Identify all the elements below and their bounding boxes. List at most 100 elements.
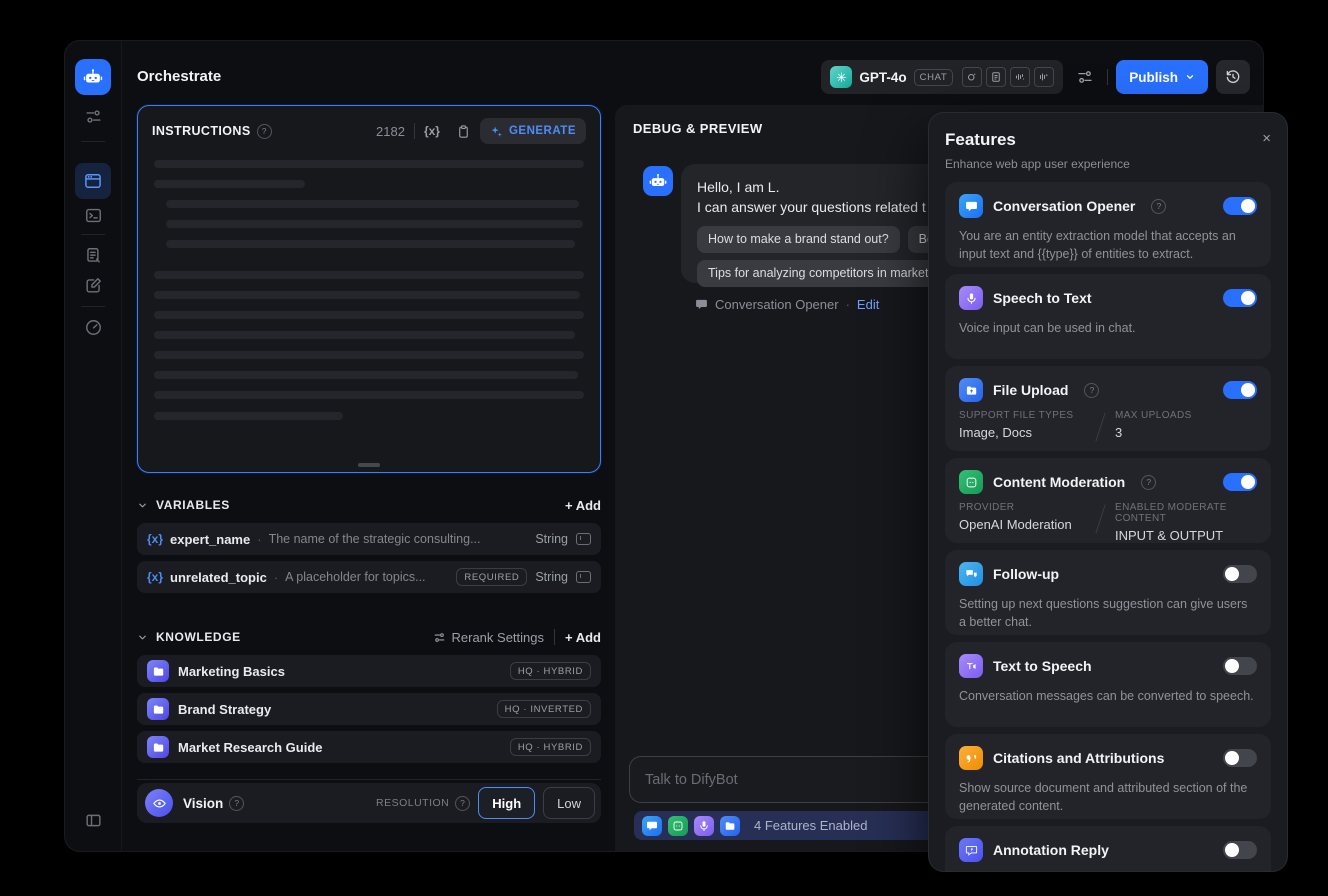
retrieval-badge: HQ · HYBRID [509, 738, 591, 756]
variable-row[interactable]: {x} unrelated_topic · A placeholder for … [137, 561, 601, 593]
retrieval-badge: HQ · HYBRID [509, 662, 591, 680]
variable-row[interactable]: {x} expert_name · The name of the strate… [137, 523, 601, 555]
file-upload-icon [720, 815, 740, 836]
divider [413, 123, 415, 139]
opener-meta: Conversation Opener · Edit [695, 297, 879, 312]
help-icon[interactable]: ? [1141, 474, 1157, 490]
variable-name: expert_name [170, 531, 251, 547]
help-icon[interactable]: ? [256, 123, 272, 139]
history-button[interactable] [1216, 60, 1250, 94]
copy-button[interactable] [456, 124, 471, 139]
variable-description: The name of the strategic consulting... [268, 532, 481, 546]
variables-title: VARIABLES [156, 498, 230, 512]
app-preview-icon [85, 174, 101, 188]
help-icon[interactable]: ? [1084, 382, 1100, 398]
bot-avatar [643, 166, 673, 196]
suggested-question-chip[interactable]: How to make a brand stand out? [697, 225, 900, 253]
skeleton-line [154, 311, 584, 319]
rail-divider [81, 306, 105, 307]
separator-dot: · [273, 569, 279, 585]
sidebar-item-annotation[interactable] [77, 269, 109, 301]
instructions-text-skeleton [138, 150, 600, 420]
chevron-down-icon[interactable] [137, 632, 148, 643]
feature-title: Annotation Reply [993, 842, 1109, 858]
chevron-down-icon[interactable] [137, 500, 148, 511]
variable-description: A placeholder for topics... [285, 570, 426, 584]
chat-bubble-icon [696, 299, 707, 310]
publish-button[interactable]: Publish [1116, 60, 1208, 94]
features-panel: Features Enhance web app user experience… [928, 112, 1288, 872]
feature-card-annotation-reply: Annotation Reply Manually add high-quali… [945, 826, 1271, 871]
follow-up-toggle[interactable] [1223, 565, 1257, 583]
instructions-panel[interactable]: INSTRUCTIONS ? 2182 {x} GENERATE [137, 105, 601, 473]
resolution-low-button[interactable]: Low [543, 787, 595, 819]
feature-title: Text to Speech [993, 658, 1092, 674]
conversation-opener-icon [959, 194, 983, 218]
knowledge-header: KNOWLEDGE Rerank Settings + Add [137, 625, 601, 649]
rail-divider [81, 141, 105, 142]
sliders-icon [434, 632, 444, 642]
resize-handle[interactable] [358, 463, 380, 467]
knowledge-row[interactable]: Marketing Basics HQ · HYBRID [137, 655, 601, 687]
feature-card-follow-up: Follow-up Setting up next questions sugg… [945, 550, 1271, 635]
knowledge-row[interactable]: Brand Strategy HQ · INVERTED [137, 693, 601, 725]
skeleton-line [154, 351, 584, 359]
char-count: 2182 [376, 123, 405, 139]
logs-icon [86, 247, 100, 263]
content-moderation-icon [668, 815, 688, 836]
help-icon[interactable]: ? [455, 795, 471, 811]
insert-variable-button[interactable]: {x} [424, 124, 440, 138]
resolution-high-button[interactable]: High [478, 787, 536, 819]
edit-icon [85, 277, 101, 293]
model-params-button[interactable] [1071, 63, 1099, 91]
dataset-folder-icon [147, 698, 169, 720]
text-to-speech-toggle[interactable] [1223, 657, 1257, 675]
sidebar-item-app-preview[interactable] [75, 163, 111, 199]
citations-icon [959, 746, 983, 770]
help-icon[interactable]: ? [1151, 198, 1167, 214]
annotation-reply-toggle[interactable] [1223, 841, 1257, 859]
section-divider [137, 779, 601, 780]
speech-to-text-icon [959, 286, 983, 310]
generate-button[interactable]: GENERATE [479, 118, 586, 144]
topbar-divider [1107, 69, 1109, 85]
file-upload-toggle[interactable] [1223, 381, 1257, 399]
citations-toggle[interactable] [1223, 749, 1257, 767]
divider [554, 629, 555, 645]
collapse-panel-button[interactable] [77, 804, 109, 836]
sidebar-item-terminal[interactable] [77, 199, 109, 231]
configuration-column: INSTRUCTIONS ? 2182 {x} GENERATE VARIABL… [137, 105, 601, 823]
knowledge-row[interactable]: Market Research Guide HQ · HYBRID [137, 731, 601, 763]
feature-title: Speech to Text [993, 290, 1092, 306]
conversation-opener-toggle[interactable] [1223, 197, 1257, 215]
feature-card-content-moderation: Content Moderation ? PROVIDER OpenAI Mod… [945, 458, 1271, 543]
help-icon[interactable]: ? [229, 795, 245, 811]
content-moderation-toggle[interactable] [1223, 473, 1257, 491]
rerank-settings-button[interactable]: Rerank Settings [433, 630, 544, 645]
model-chat-badge: CHAT [913, 68, 954, 86]
skeleton-line [154, 160, 584, 168]
sidebar-item-logs[interactable] [77, 239, 109, 271]
chevron-down-icon [1186, 75, 1194, 79]
variable-type: String [535, 570, 568, 584]
add-variable-button[interactable]: + Add [565, 498, 601, 513]
slash-divider [1095, 412, 1106, 442]
dataset-folder-icon [147, 736, 169, 758]
robot-logo[interactable] [75, 59, 111, 95]
feature-card-file-upload: File Upload ? SUPPORT FILE TYPES Image, … [945, 366, 1271, 451]
dataset-name: Marketing Basics [178, 663, 285, 679]
edit-opener-link[interactable]: Edit [857, 297, 879, 312]
model-selector[interactable]: ✳ GPT-4o CHAT [821, 60, 1064, 94]
history-icon [1226, 70, 1240, 84]
model-name: GPT-4o [859, 69, 907, 85]
sidebar-item-tune[interactable] [77, 100, 109, 132]
sidebar-item-monitoring[interactable] [77, 311, 109, 343]
feature-title: Content Moderation [993, 474, 1126, 490]
speech-capability-icon [1034, 67, 1055, 87]
skeleton-line [154, 271, 584, 279]
suggested-question-chip[interactable]: Tips for analyzing competitors in market [697, 259, 940, 287]
close-icon[interactable]: × [1262, 131, 1271, 146]
add-knowledge-button[interactable]: + Add [565, 630, 601, 645]
skeleton-line [154, 412, 344, 420]
speech-to-text-toggle[interactable] [1223, 289, 1257, 307]
